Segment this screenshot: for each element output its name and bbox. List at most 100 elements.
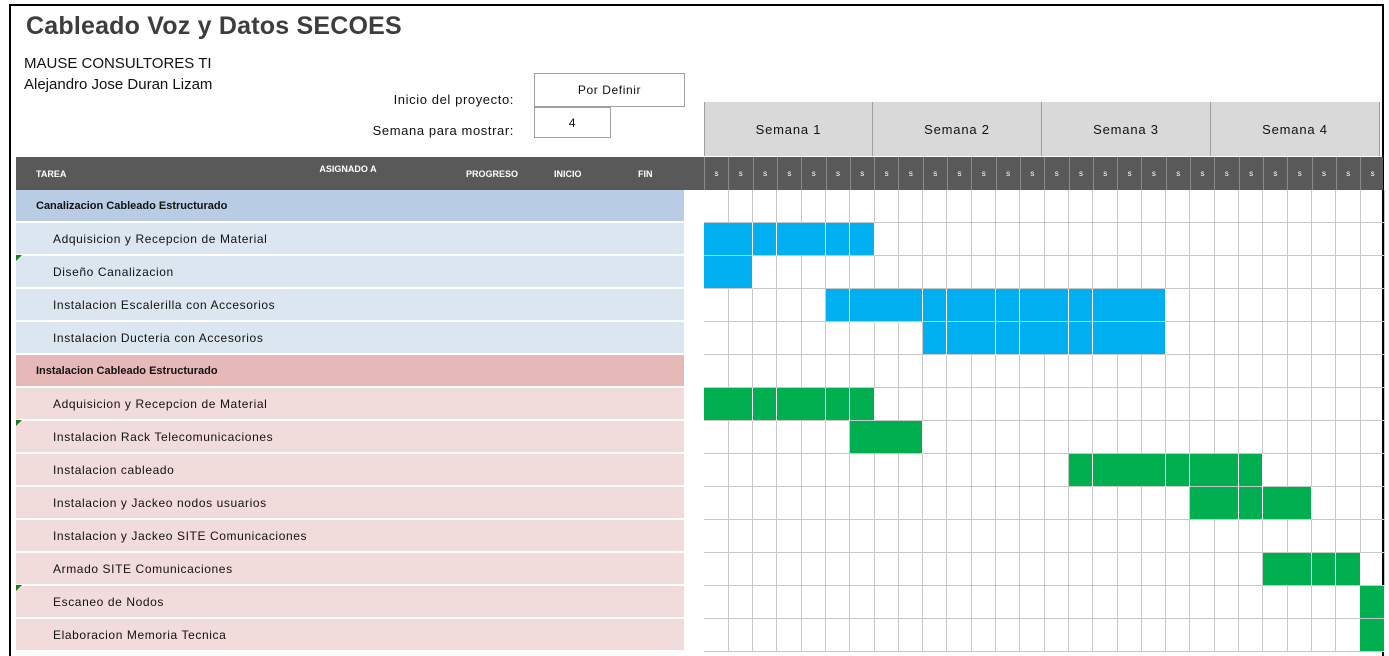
gantt-day-cell[interactable] — [898, 223, 924, 256]
gantt-day-cell[interactable] — [1092, 586, 1118, 619]
gantt-bar-cell[interactable] — [1262, 553, 1288, 586]
gantt-day-cell[interactable] — [898, 619, 924, 652]
gantt-day-cell[interactable] — [1214, 388, 1240, 421]
gantt-day-cell[interactable] — [1141, 553, 1167, 586]
gantt-day-cell[interactable] — [1335, 619, 1361, 652]
gantt-bar-cell[interactable] — [1190, 487, 1215, 520]
gantt-day-cell[interactable] — [752, 520, 778, 553]
section-row[interactable]: Canalizacion Cableado Estructurado — [16, 190, 684, 222]
gantt-day-cell[interactable] — [1044, 421, 1069, 454]
gantt-day-cell[interactable] — [1287, 454, 1312, 487]
gantt-day-cell[interactable] — [1214, 190, 1240, 223]
gantt-day-cell[interactable] — [995, 388, 1021, 421]
gantt-bar-cell[interactable] — [1190, 454, 1215, 487]
gantt-bar-cell[interactable] — [1117, 322, 1142, 355]
gantt-bar-cell[interactable] — [801, 388, 826, 421]
gantt-day-cell[interactable] — [752, 487, 778, 520]
gantt-day-cell[interactable] — [898, 190, 924, 223]
gantt-day-cell[interactable] — [1190, 586, 1215, 619]
company-name[interactable]: MAUSE CONSULTORES TI — [24, 55, 212, 72]
gantt-day-cell[interactable] — [971, 520, 997, 553]
gantt-day-cell[interactable] — [1190, 355, 1215, 388]
gantt-day-cell[interactable] — [704, 421, 729, 454]
gantt-day-cell[interactable] — [801, 619, 826, 652]
gantt-day-cell[interactable] — [922, 421, 948, 454]
task-row[interactable]: Elaboracion Memoria Tecnica — [16, 619, 684, 651]
gantt-day-cell[interactable] — [1311, 256, 1337, 289]
gantt-bar-cell[interactable] — [825, 223, 851, 256]
gantt-day-cell[interactable] — [995, 256, 1021, 289]
gantt-day-cell[interactable] — [776, 256, 802, 289]
gantt-day-cell[interactable] — [1287, 421, 1312, 454]
gantt-day-cell[interactable] — [874, 586, 899, 619]
col-assigned-header[interactable]: ASIGNADO A — [316, 164, 380, 174]
gantt-day-cell[interactable] — [995, 553, 1021, 586]
col-task-header[interactable]: TAREA — [36, 169, 66, 179]
gantt-day-cell[interactable] — [1214, 619, 1240, 652]
gantt-day-cell[interactable] — [1214, 256, 1240, 289]
gantt-day-cell[interactable] — [752, 355, 778, 388]
gantt-bar-cell[interactable] — [776, 223, 802, 256]
gantt-bar-cell[interactable] — [849, 289, 875, 322]
gantt-bar-cell[interactable] — [1068, 289, 1094, 322]
gantt-day-cell[interactable] — [1044, 487, 1069, 520]
task-row[interactable]: Diseño Canalizacion — [16, 256, 684, 288]
gantt-day-cell[interactable] — [1117, 487, 1142, 520]
gantt-day-cell[interactable] — [704, 190, 729, 223]
gantt-day-cell[interactable] — [704, 355, 729, 388]
gantt-bar-cell[interactable] — [1117, 454, 1142, 487]
gantt-day-cell[interactable] — [1238, 388, 1264, 421]
gantt-day-cell[interactable] — [947, 586, 972, 619]
task-row[interactable]: Instalacion Rack Telecomunicaciones — [16, 421, 684, 453]
gantt-bar-cell[interactable] — [1262, 487, 1288, 520]
gantt-day-cell[interactable] — [1165, 619, 1191, 652]
gantt-day-cell[interactable] — [1335, 454, 1361, 487]
gantt-day-cell[interactable] — [1068, 190, 1094, 223]
gantt-day-cell[interactable] — [947, 256, 972, 289]
gantt-day-cell[interactable] — [1238, 586, 1264, 619]
task-row[interactable]: Adquisicion y Recepcion de Material — [16, 388, 684, 420]
gantt-day-cell[interactable] — [1287, 520, 1312, 553]
gantt-day-cell[interactable] — [849, 256, 875, 289]
gantt-day-cell[interactable] — [995, 454, 1021, 487]
gantt-day-cell[interactable] — [1117, 223, 1142, 256]
gantt-bar-cell[interactable] — [1214, 454, 1240, 487]
gantt-day-cell[interactable] — [971, 223, 997, 256]
gantt-day-cell[interactable] — [1190, 553, 1215, 586]
gantt-day-cell[interactable] — [801, 586, 826, 619]
gantt-day-cell[interactable] — [1019, 454, 1045, 487]
gantt-day-cell[interactable] — [728, 487, 754, 520]
gantt-day-cell[interactable] — [849, 454, 875, 487]
gantt-day-cell[interactable] — [1360, 421, 1385, 454]
gantt-bar-cell[interactable] — [1117, 289, 1142, 322]
gantt-day-cell[interactable] — [922, 520, 948, 553]
gantt-day-cell[interactable] — [1360, 322, 1385, 355]
gantt-day-cell[interactable] — [1117, 553, 1142, 586]
task-row[interactable]: Instalacion cableado — [16, 454, 684, 486]
gantt-day-cell[interactable] — [971, 586, 997, 619]
gantt-bar-cell[interactable] — [1238, 454, 1264, 487]
gantt-day-cell[interactable] — [825, 322, 851, 355]
gantt-bar-cell[interactable] — [704, 223, 729, 256]
gantt-day-cell[interactable] — [898, 520, 924, 553]
gantt-bar-cell[interactable] — [922, 289, 948, 322]
gantt-day-cell[interactable] — [1335, 487, 1361, 520]
task-row[interactable]: Armado SITE Comunicaciones — [16, 553, 684, 585]
gantt-day-cell[interactable] — [1019, 586, 1045, 619]
gantt-bar-cell[interactable] — [849, 388, 875, 421]
project-manager[interactable]: Alejandro Jose Duran Lizam — [24, 76, 212, 93]
gantt-day-cell[interactable] — [1262, 256, 1288, 289]
gantt-day-cell[interactable] — [752, 289, 778, 322]
gantt-bar-cell[interactable] — [1068, 454, 1094, 487]
gantt-bar-cell[interactable] — [704, 388, 729, 421]
gantt-day-cell[interactable] — [1214, 520, 1240, 553]
gantt-day-cell[interactable] — [1165, 190, 1191, 223]
gantt-day-cell[interactable] — [995, 421, 1021, 454]
gantt-day-cell[interactable] — [801, 454, 826, 487]
gantt-day-cell[interactable] — [1287, 619, 1312, 652]
gantt-day-cell[interactable] — [801, 355, 826, 388]
gantt-day-cell[interactable] — [1311, 355, 1337, 388]
gantt-bar-cell[interactable] — [1044, 289, 1069, 322]
gantt-day-cell[interactable] — [1117, 388, 1142, 421]
gantt-day-cell[interactable] — [995, 190, 1021, 223]
